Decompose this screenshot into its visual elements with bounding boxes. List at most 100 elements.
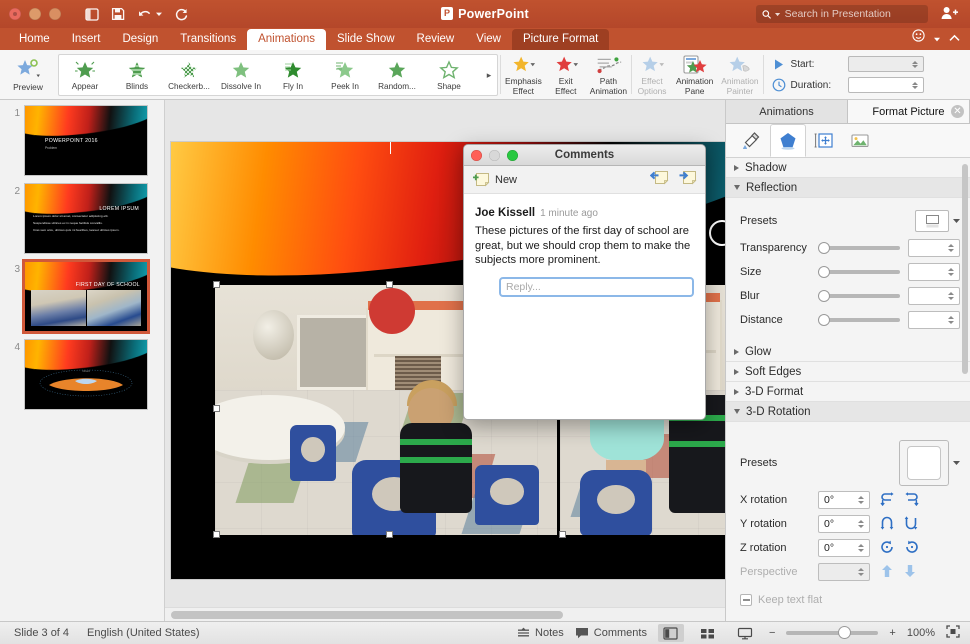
tab-view[interactable]: View: [465, 29, 512, 50]
effects-pentagon-icon[interactable]: [770, 124, 806, 157]
keep-text-flat-checkbox[interactable]: [740, 594, 752, 606]
exit-effect-button[interactable]: Exit Effect: [546, 52, 586, 98]
selection-handle-bottom-left[interactable]: [213, 531, 220, 538]
slide-thumbnail-1[interactable]: POWERPOINT 2016 Problem: [25, 106, 147, 175]
duration-spinner[interactable]: [911, 79, 921, 91]
effect-options-button[interactable]: Effect Options: [632, 52, 672, 98]
zoom-in-button[interactable]: +: [889, 627, 895, 639]
collapse-ribbon-icon[interactable]: [949, 29, 960, 47]
stage-scroll-thumb[interactable]: [171, 610, 563, 619]
section-shadow[interactable]: Shadow: [726, 158, 970, 178]
rotate-cw-z-icon[interactable]: [904, 540, 919, 557]
language-indicator[interactable]: English (United States): [87, 627, 200, 639]
tab-picture-format[interactable]: Picture Format: [511, 29, 610, 50]
start-dropdown[interactable]: [847, 56, 924, 72]
perspective-down-icon[interactable]: [903, 564, 917, 581]
rotate-ccw-z-icon[interactable]: [880, 540, 895, 557]
rotate-right-x-icon[interactable]: [904, 491, 919, 509]
reflection-blur-field[interactable]: [908, 287, 960, 305]
gallery-item-blinds[interactable]: Blinds: [111, 59, 163, 91]
reflection-size-slider[interactable]: [818, 265, 900, 279]
fill-line-icon[interactable]: [734, 124, 770, 157]
sidebar-scroll-area[interactable]: Shadow Reflection Presets Transparency S…: [726, 158, 970, 621]
thumbnail-row-4[interactable]: 4 Chart: [0, 334, 164, 412]
tab-design[interactable]: Design: [111, 29, 169, 50]
next-comment-icon[interactable]: [678, 170, 697, 190]
section-3d-rotation[interactable]: 3-D Rotation: [726, 402, 970, 422]
section-glow[interactable]: Glow: [726, 342, 970, 362]
search-box[interactable]: [756, 5, 928, 23]
rotation3d-presets-button[interactable]: [899, 440, 949, 486]
thumbnail-row-1[interactable]: 1 POWERPOINT 2016 Problem: [0, 100, 164, 178]
size-properties-icon[interactable]: [806, 124, 842, 157]
keep-text-flat-row[interactable]: Keep text flat: [740, 588, 960, 612]
save-icon[interactable]: [111, 7, 125, 21]
new-comment-button[interactable]: New: [472, 172, 517, 187]
comment-reply-box[interactable]: [499, 276, 694, 297]
slide-sorter-icon[interactable]: [695, 624, 721, 642]
sidebar-close-icon[interactable]: ✕: [951, 105, 964, 118]
stage-horizontal-scrollbar[interactable]: [165, 607, 725, 621]
comment-item[interactable]: Joe Kissell 1 minute ago These pictures o…: [475, 203, 694, 297]
sidebar-tab-animations[interactable]: Animations: [726, 100, 848, 123]
share-add-person-icon[interactable]: [941, 6, 958, 25]
rotate-up-y-icon[interactable]: [880, 516, 895, 533]
presenter-view-icon[interactable]: [732, 624, 758, 642]
fit-slide-icon[interactable]: [946, 625, 960, 641]
tab-insert[interactable]: Insert: [61, 29, 112, 50]
zoom-slider[interactable]: [786, 626, 879, 640]
animation-effects-gallery[interactable]: Appear Blinds Checkerb... Dissolve In Fl…: [58, 54, 498, 96]
gallery-item-appear[interactable]: Appear: [59, 59, 111, 91]
search-input[interactable]: [784, 8, 923, 20]
z-rotation-field[interactable]: 0°: [818, 539, 870, 557]
comments-window[interactable]: Comments New Joe Kissell 1 minute ago Th…: [463, 144, 706, 420]
duration-field[interactable]: [847, 77, 924, 93]
comment-reply-input[interactable]: [506, 280, 687, 293]
selection-handle-top-left[interactable]: [213, 281, 220, 288]
selection-handle-top-center[interactable]: [386, 281, 393, 288]
chevron-down-icon[interactable]: [934, 29, 940, 47]
animation-painter-button[interactable]: Animation Painter: [717, 52, 762, 98]
reflection-transparency-field[interactable]: [908, 239, 960, 257]
reflection-transparency-slider[interactable]: [818, 241, 900, 255]
reflection-distance-slider[interactable]: [818, 313, 900, 327]
gallery-item-random[interactable]: Random...: [371, 59, 423, 91]
reflection-size-field[interactable]: [908, 263, 960, 281]
format-sidebar[interactable]: Animations Format Picture ✕ Shadow Refle…: [725, 100, 970, 621]
selection-handle-middle-left[interactable]: [213, 405, 220, 412]
start-spinner[interactable]: [911, 58, 921, 70]
thumbnail-row-3[interactable]: 3 FIRST DAY OF SCHOOL: [0, 256, 164, 334]
picture-icon[interactable]: [842, 124, 878, 157]
comment-marker[interactable]: [709, 220, 725, 246]
smiley-feedback-icon[interactable]: [912, 29, 925, 47]
gallery-more-button[interactable]: ▸: [483, 55, 495, 95]
slide-thumbnail-panel[interactable]: 1 POWERPOINT 2016 Problem 2 LOREM IPSUM …: [0, 100, 165, 621]
slide-thumbnail-3[interactable]: FIRST DAY OF SCHOOL: [22, 259, 150, 334]
reflection-blur-slider[interactable]: [818, 289, 900, 303]
maximize-window-button[interactable]: [49, 8, 61, 20]
rotate-left-x-icon[interactable]: [880, 491, 895, 509]
y-rotation-field[interactable]: 0°: [818, 515, 870, 533]
tab-home[interactable]: Home: [8, 29, 61, 50]
path-animation-button[interactable]: Path Animation: [586, 52, 631, 98]
presenter-view-icon[interactable]: [85, 7, 99, 21]
preview-button[interactable]: Preview: [0, 50, 56, 99]
tab-slide-show[interactable]: Slide Show: [326, 29, 406, 50]
tab-animations[interactable]: Animations: [247, 29, 326, 50]
gallery-item-checkerboard[interactable]: Checkerb...: [163, 59, 215, 91]
gallery-item-dissolve-in[interactable]: Dissolve In: [215, 59, 267, 91]
gallery-item-peek-in[interactable]: Peek In: [319, 59, 371, 91]
section-reflection[interactable]: Reflection: [726, 178, 970, 198]
undo-icon[interactable]: [137, 8, 162, 21]
reflection-presets-button[interactable]: [915, 210, 949, 232]
comments-button[interactable]: Comments: [575, 627, 647, 639]
reflection-distance-field[interactable]: [908, 311, 960, 329]
x-rotation-field[interactable]: 0°: [818, 491, 870, 509]
sidebar-vertical-scrollbar[interactable]: [962, 164, 968, 374]
gallery-item-fly-in[interactable]: Fly In: [267, 59, 319, 91]
section-soft-edges[interactable]: Soft Edges: [726, 362, 970, 382]
gallery-item-shape[interactable]: Shape: [423, 59, 475, 91]
emphasis-effect-button[interactable]: Emphasis Effect: [501, 52, 546, 98]
animation-pane-button[interactable]: Animation Pane: [672, 52, 717, 98]
redo-icon[interactable]: [174, 8, 188, 21]
